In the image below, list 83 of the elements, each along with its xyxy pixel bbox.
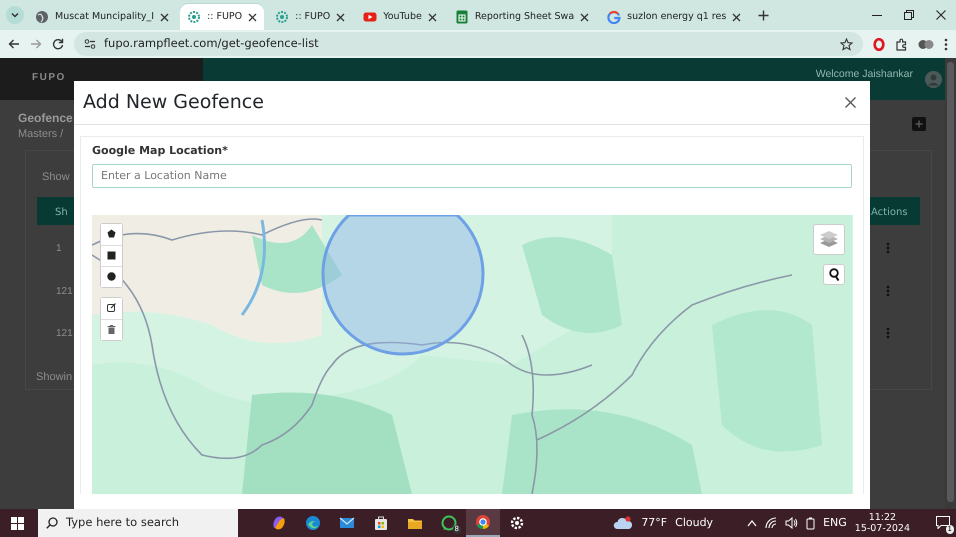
close-icon[interactable] <box>936 10 946 20</box>
puzzle-icon[interactable] <box>895 38 908 50</box>
start-icon <box>10 516 24 530</box>
profile-icon[interactable] <box>918 38 934 50</box>
ring-icon <box>475 514 491 530</box>
close-icon[interactable] <box>580 12 590 22</box>
battery-icon[interactable] <box>806 516 816 530</box>
play-icon <box>363 10 378 24</box>
add-icon[interactable] <box>912 117 926 131</box>
taskbar-search-field[interactable]: Type here to search <box>38 509 238 537</box>
spreadsheet-icon <box>454 10 469 24</box>
wave-icon <box>305 515 321 531</box>
edit-icon <box>107 303 116 313</box>
browser-tab[interactable]: :: FUPO <box>180 4 264 30</box>
close-icon[interactable] <box>336 12 346 22</box>
pentagon-icon <box>107 229 116 239</box>
close-icon[interactable] <box>248 12 258 22</box>
draw-circle-button[interactable] <box>101 266 122 286</box>
column-header: Actions <box>871 206 908 220</box>
mail-icon <box>339 515 355 531</box>
reload-icon[interactable] <box>52 38 64 50</box>
chat-icon <box>441 515 457 531</box>
close-icon[interactable] <box>428 12 437 22</box>
bag-icon <box>373 515 389 531</box>
o-ring-icon[interactable] <box>873 38 885 50</box>
temperature-text: 77°F <box>641 514 668 531</box>
caret-icon <box>10 10 20 20</box>
browser-tab[interactable]: Reporting Sheet Swa <box>448 4 596 30</box>
browser-tab[interactable]: Muscat Muncipality_I <box>28 4 176 30</box>
chevron-up-icon[interactable] <box>747 519 758 527</box>
address-bar[interactable]: fupo.rampfleet.com/get-geofence-list <box>74 32 863 56</box>
close-icon[interactable] <box>732 12 742 22</box>
show-label: Show <box>42 170 70 185</box>
plus-icon <box>758 10 770 20</box>
url-text: fupo.rampfleet.com/get-geofence-list <box>104 35 319 52</box>
weather-condition: Cloudy <box>675 514 714 531</box>
trash-icon <box>107 324 116 334</box>
layers-button[interactable] <box>813 224 845 254</box>
welcome-text: Welcome Jaishankar <box>816 67 913 82</box>
page-title: Geofence <box>18 110 73 127</box>
breadcrumb: Masters / <box>18 127 64 142</box>
table-cell-text: 121 <box>56 327 73 341</box>
browser-tab[interactable]: :: FUPO <box>268 4 352 30</box>
restore-icon[interactable] <box>904 10 914 20</box>
delete-button[interactable] <box>101 318 122 340</box>
search-placeholder: Type here to search <box>66 514 180 532</box>
cloud-icon <box>613 516 634 530</box>
browser-tab[interactable]: suzlon energy q1 res <box>600 4 748 30</box>
language-indicator[interactable]: ENG <box>823 514 847 532</box>
circle-icon <box>107 272 116 282</box>
back-icon[interactable] <box>8 38 20 50</box>
layers-icon <box>819 230 839 248</box>
bookmark-star-icon[interactable] <box>840 38 853 50</box>
close-icon <box>845 97 856 108</box>
table-footer-text: Showin <box>36 370 72 385</box>
column-header: Sh <box>55 206 68 220</box>
search-button[interactable] <box>823 264 845 284</box>
avatar-icon <box>925 70 942 88</box>
close-button[interactable] <box>845 97 856 108</box>
new-tab-button[interactable] <box>758 10 770 20</box>
browser-tab[interactable]: YouTube <box>356 4 444 30</box>
speaker-icon[interactable] <box>785 517 798 529</box>
notification-icon[interactable] <box>936 516 950 530</box>
tab-search-button[interactable] <box>6 6 24 24</box>
settings-icon <box>509 515 525 531</box>
table-cell-text: 1 <box>56 242 62 256</box>
gear-icon <box>187 10 202 24</box>
search-icon <box>828 268 840 280</box>
location-input[interactable]: Enter a Location Name <box>92 164 852 188</box>
swirl-icon <box>271 515 287 531</box>
menu-icon[interactable] <box>944 38 948 50</box>
gear-icon <box>275 10 290 24</box>
taskbar-app-button[interactable] <box>466 509 500 537</box>
wifi-icon[interactable] <box>765 517 778 529</box>
search-icon <box>46 517 58 529</box>
field-label: Google Map Location* <box>92 143 229 159</box>
close-icon[interactable] <box>160 12 170 22</box>
square-icon <box>107 250 116 260</box>
clock-date[interactable]: 15-07-2024 <box>854 523 910 534</box>
clock-time[interactable]: 11:22 <box>868 512 896 523</box>
site-info-icon[interactable] <box>84 38 96 50</box>
ring-icon <box>607 10 622 24</box>
table-cell-text: 121 <box>56 284 73 298</box>
